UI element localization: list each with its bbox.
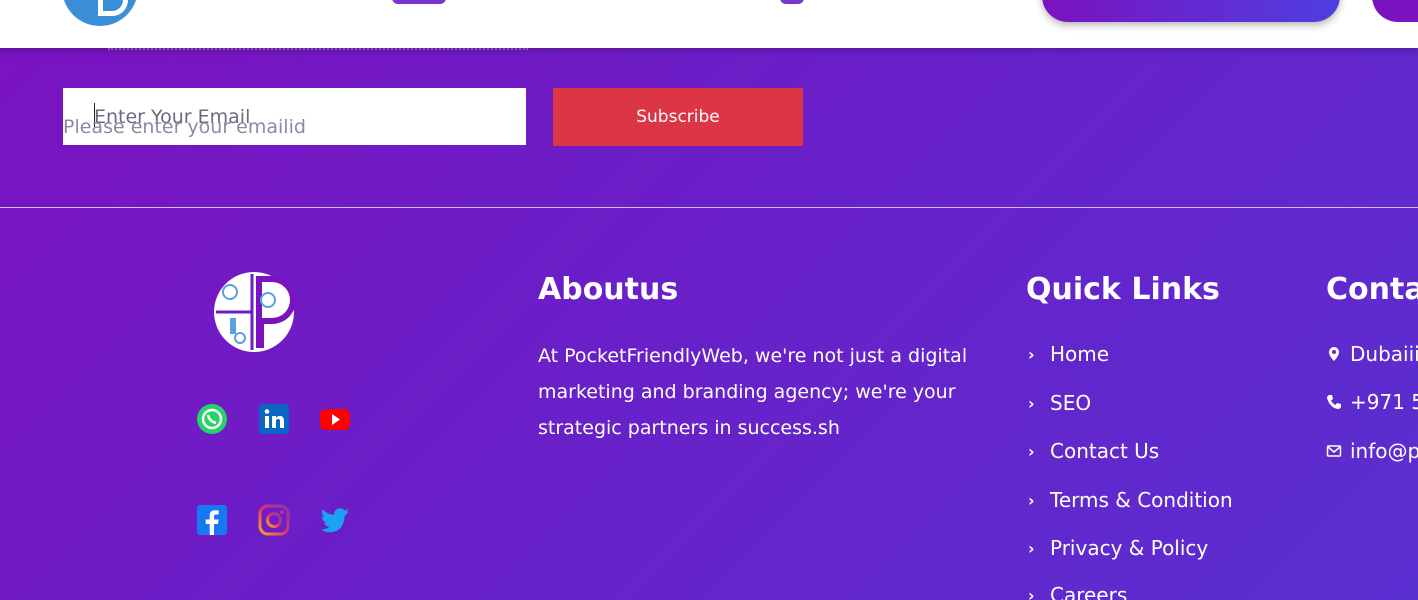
quick-link-contact-us[interactable]: › Contact Us: [1028, 436, 1159, 466]
facebook-icon[interactable]: [196, 504, 228, 536]
contact-address-text: Dubaiii: [1350, 342, 1418, 366]
contact-title: Conta: [1326, 272, 1418, 307]
subscribe-button[interactable]: Subscribe: [553, 88, 803, 146]
chevron-right-icon: ›: [1028, 441, 1035, 461]
whatsapp-icon[interactable]: [196, 403, 228, 435]
quick-link-label: Careers: [1050, 583, 1128, 600]
quick-link-seo[interactable]: › SEO: [1028, 388, 1091, 418]
contact-phone[interactable]: +971 58: [1326, 387, 1418, 417]
instagram-icon[interactable]: [258, 504, 290, 536]
email-validation-message: Please enter your emailid: [63, 116, 306, 138]
linkedin-icon[interactable]: [258, 403, 290, 435]
contact-address[interactable]: Dubaiii: [1326, 339, 1418, 369]
quick-link-privacy[interactable]: › Privacy & Policy: [1028, 533, 1208, 563]
quick-link-label: Terms & Condition: [1050, 488, 1233, 512]
quick-link-label: Privacy & Policy: [1050, 536, 1209, 560]
chevron-right-icon: ›: [1028, 538, 1035, 558]
about-title: Aboutus: [538, 272, 679, 307]
quick-link-careers[interactable]: › Careers: [1028, 580, 1127, 600]
chevron-right-icon: ›: [1028, 490, 1035, 510]
quick-link-home[interactable]: › Home: [1028, 339, 1109, 369]
quick-links-title: Quick Links: [1026, 272, 1220, 307]
footer-divider: [0, 207, 1418, 208]
quick-link-label: Home: [1050, 342, 1110, 366]
mail-icon: [1326, 445, 1342, 457]
contact-email[interactable]: info@p: [1326, 436, 1418, 466]
chevron-right-icon: ›: [1028, 393, 1035, 413]
footer-logo[interactable]: [212, 270, 298, 354]
youtube-icon[interactable]: [319, 403, 351, 435]
phone-icon: [1327, 395, 1341, 409]
chevron-right-icon: ›: [1028, 585, 1035, 600]
header-cta-button[interactable]: [1042, 0, 1340, 22]
quick-link-label: SEO: [1050, 391, 1092, 415]
contact-email-text: info@p: [1350, 439, 1418, 463]
header-logo[interactable]: [62, 0, 138, 26]
twitter-icon[interactable]: [319, 504, 351, 536]
chevron-right-icon: ›: [1028, 344, 1035, 364]
quick-link-terms[interactable]: › Terms & Condition: [1028, 485, 1233, 515]
top-header: [0, 0, 1418, 48]
nav-link-fragment[interactable]: [392, 0, 446, 4]
nav-link-fragment[interactable]: [780, 0, 804, 4]
about-description: At PocketFriendlyWeb, we're not just a d…: [538, 345, 968, 439]
map-pin-icon: [1329, 347, 1339, 361]
header-secondary-button[interactable]: [1372, 0, 1418, 22]
contact-phone-text: +971 58: [1350, 390, 1418, 414]
quick-link-label: Contact Us: [1050, 439, 1160, 463]
